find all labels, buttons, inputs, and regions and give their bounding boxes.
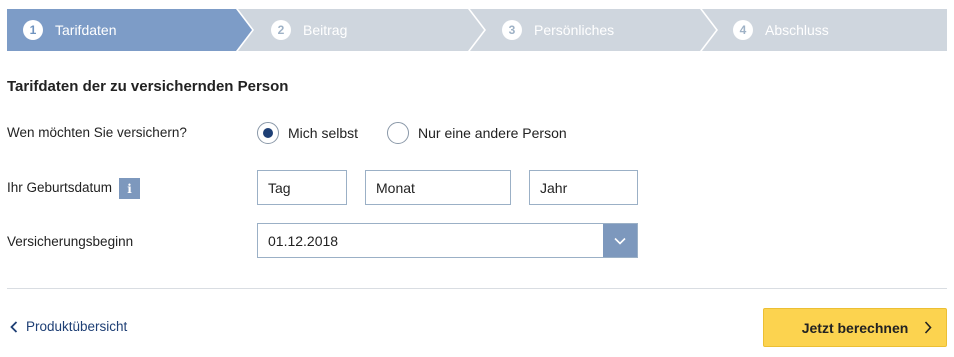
step-label: Abschluss bbox=[765, 22, 829, 38]
chevron-down-icon[interactable] bbox=[603, 224, 637, 257]
year-input[interactable] bbox=[529, 170, 638, 205]
birthdate-label: Ihr Geburtsdatum bbox=[7, 180, 113, 195]
divider bbox=[7, 288, 947, 289]
day-input[interactable] bbox=[257, 170, 347, 205]
progress-stepper: 1 Tarifdaten 2 Beitrag 3 Persönliches 4 … bbox=[7, 9, 947, 51]
radio-label: Nur eine andere Person bbox=[418, 125, 567, 141]
radio-andere-person[interactable]: Nur eine andere Person bbox=[387, 122, 567, 144]
chevron-left-icon bbox=[10, 320, 18, 333]
back-link-produktuebersicht[interactable]: Produktübersicht bbox=[10, 319, 127, 334]
step-label: Tarifdaten bbox=[55, 22, 117, 38]
who-question-label: Wen möchten Sie versichern? bbox=[7, 125, 187, 140]
section-title: Tarifdaten der zu versichernden Person bbox=[7, 78, 289, 95]
radio-circle[interactable] bbox=[257, 122, 279, 144]
radio-circle[interactable] bbox=[387, 122, 409, 144]
calculate-button-label: Jetzt berechnen bbox=[801, 319, 909, 336]
step-number: 2 bbox=[271, 20, 291, 40]
step-number: 1 bbox=[23, 20, 43, 40]
start-date-value: 01.12.2018 bbox=[268, 232, 339, 249]
step-abschluss: 4 Abschluss bbox=[733, 9, 829, 51]
radio-label: Mich selbst bbox=[288, 125, 359, 141]
start-date-label: Versicherungsbeginn bbox=[7, 234, 134, 249]
back-link-label: Produktübersicht bbox=[26, 319, 128, 334]
start-date-select[interactable]: 01.12.2018 bbox=[257, 223, 638, 258]
radio-selected-dot bbox=[263, 128, 273, 138]
month-input[interactable] bbox=[365, 170, 511, 205]
step-number: 4 bbox=[733, 20, 753, 40]
calculate-button[interactable]: Jetzt berechnen bbox=[763, 308, 947, 347]
chevron-right-icon bbox=[924, 321, 932, 334]
radio-mich-selbst[interactable]: Mich selbst bbox=[257, 122, 358, 144]
info-icon[interactable]: i bbox=[119, 178, 140, 199]
step-beitrag: 2 Beitrag bbox=[271, 9, 347, 51]
step-number: 3 bbox=[502, 20, 522, 40]
step-persoenliches: 3 Persönliches bbox=[502, 9, 614, 51]
step-label: Persönliches bbox=[534, 22, 615, 38]
step-label: Beitrag bbox=[303, 22, 348, 38]
step-tarifdaten[interactable]: 1 Tarifdaten bbox=[23, 9, 116, 51]
